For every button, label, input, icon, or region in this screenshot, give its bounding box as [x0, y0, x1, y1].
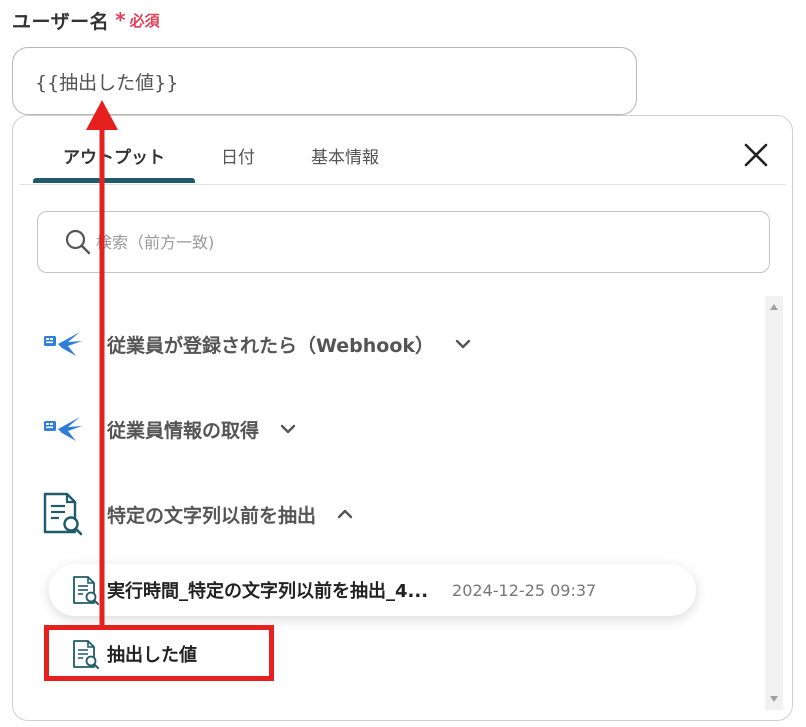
list-item[interactable]: 実行時間_特定の文字列以前を抽出_4... 2024-12-25 09:37: [49, 564, 696, 616]
section-employee-info[interactable]: 従業員情報の取得: [35, 401, 297, 457]
tab-basic-info-label: 基本情報: [311, 147, 379, 168]
bird-app-icon: [35, 402, 89, 456]
tab-date-label: 日付: [221, 147, 255, 168]
required-asterisk: *: [115, 8, 126, 32]
chevron-up-icon: [337, 509, 353, 519]
tab-date[interactable]: 日付: [203, 126, 273, 184]
close-button[interactable]: [741, 140, 771, 170]
scrollbar[interactable]: [765, 296, 783, 710]
tabs-divider: [19, 184, 786, 185]
close-icon: [744, 143, 768, 167]
scroll-up-arrow[interactable]: [770, 304, 778, 310]
list-item-label: 実行時間_特定の文字列以前を抽出_4...: [107, 581, 429, 602]
document-search-icon: [73, 576, 99, 605]
field-label: ユーザー名 * 必須: [12, 6, 160, 34]
field-label-text: ユーザー名: [12, 10, 110, 33]
tab-basic-info[interactable]: 基本情報: [295, 126, 395, 184]
section-label: 従業員が登録されたら（Webhook）: [107, 334, 435, 357]
username-input-value: {{抽出した値}}: [35, 71, 179, 94]
active-tab-indicator: [33, 178, 195, 183]
tab-output[interactable]: アウトプット: [33, 126, 195, 184]
tab-output-label: アウトプット: [63, 147, 165, 168]
chevron-down-icon: [455, 339, 471, 349]
section-extract-before-string[interactable]: 特定の文字列以前を抽出: [35, 486, 354, 542]
required-text: 必須: [129, 11, 160, 30]
document-search-icon: [35, 487, 89, 541]
chevron-down-icon: [280, 424, 296, 434]
section-label: 特定の文字列以前を抽出: [107, 504, 317, 527]
search-input[interactable]: [96, 232, 696, 252]
search-box: [37, 211, 770, 273]
annotation-highlight-box: [44, 625, 274, 681]
search-icon: [65, 229, 91, 255]
username-input[interactable]: {{抽出した値}}: [12, 47, 637, 115]
scroll-down-arrow[interactable]: [770, 696, 778, 702]
section-employee-registered[interactable]: 従業員が登録されたら（Webhook）: [35, 316, 472, 372]
bird-app-icon: [35, 317, 89, 371]
list-item-time: 2024-12-25 09:37: [452, 580, 597, 600]
section-label: 従業員情報の取得: [107, 419, 260, 442]
